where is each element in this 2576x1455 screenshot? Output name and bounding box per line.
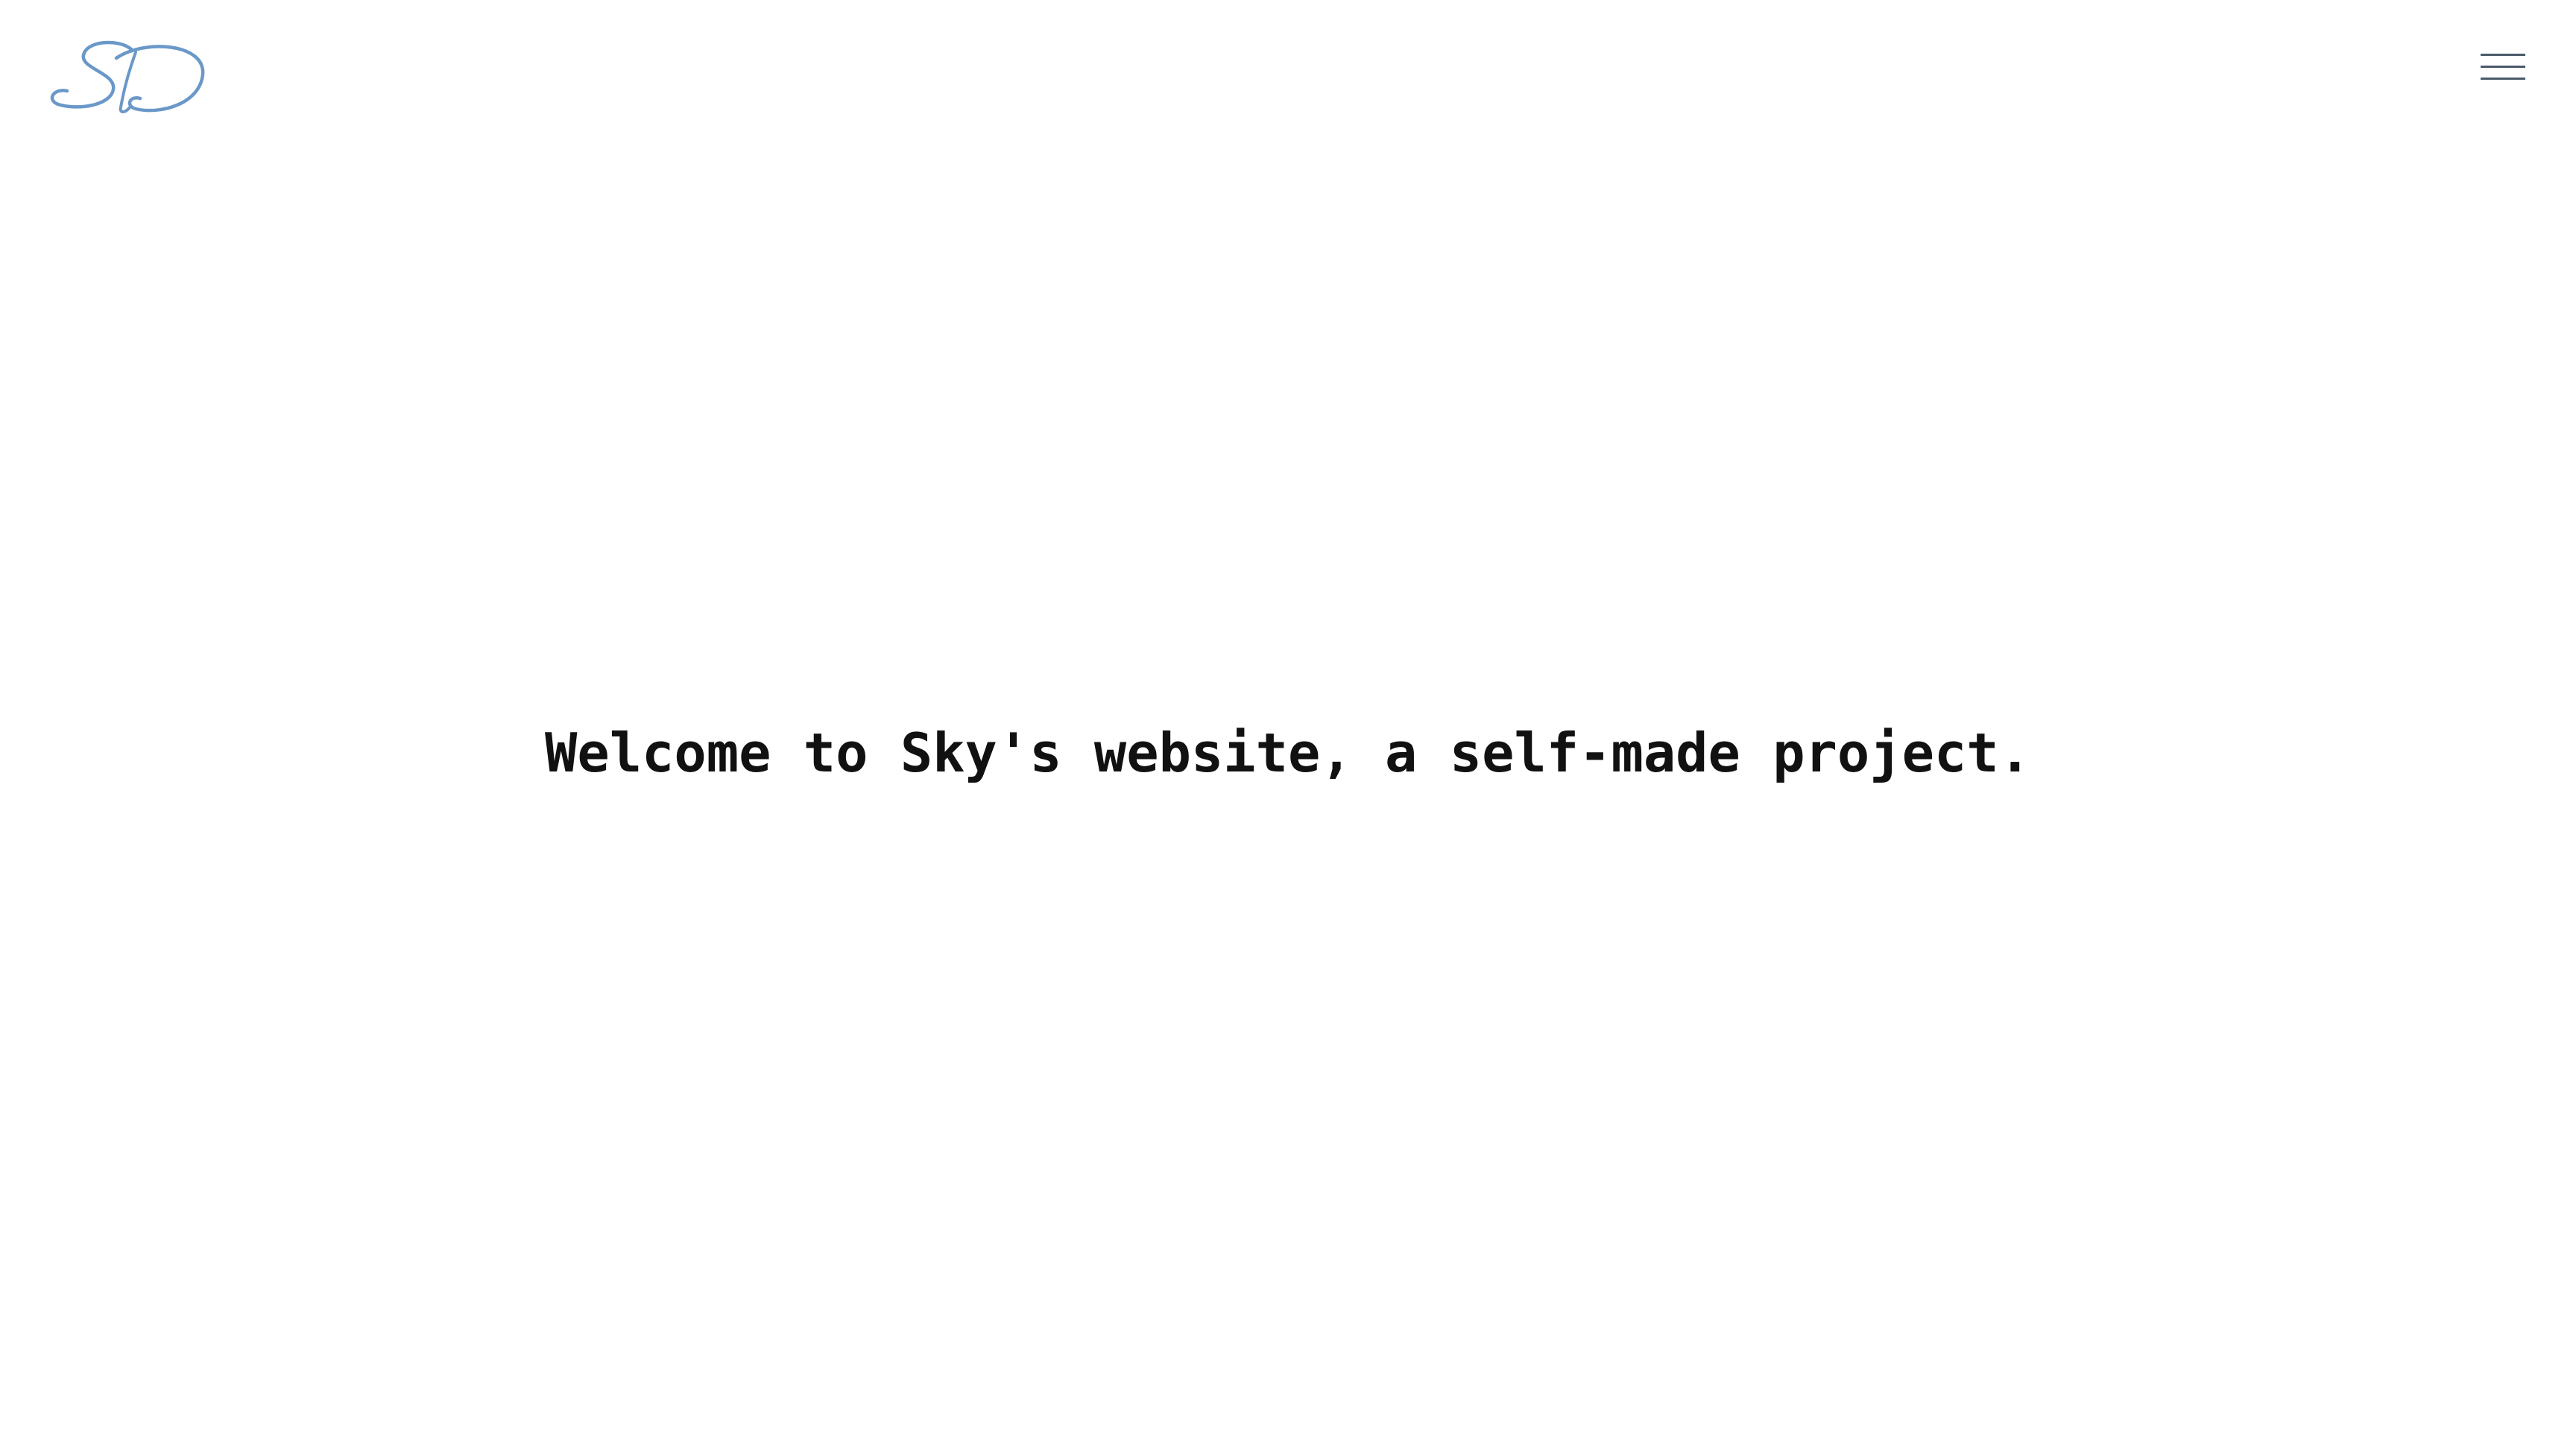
hero-section: Welcome to Sky's website, a self-made pr… [0,716,2576,790]
page: Welcome to Sky's website, a self-made pr… [0,0,2576,1455]
hamburger-menu-icon [2481,54,2525,56]
hamburger-menu-icon [2481,66,2525,68]
welcome-heading: Welcome to Sky's website, a self-made pr… [545,722,2031,784]
hamburger-menu-button[interactable] [2479,49,2527,85]
site-logo[interactable] [48,36,212,118]
hamburger-menu-icon [2481,78,2525,80]
sd-monogram-logo [50,40,205,113]
